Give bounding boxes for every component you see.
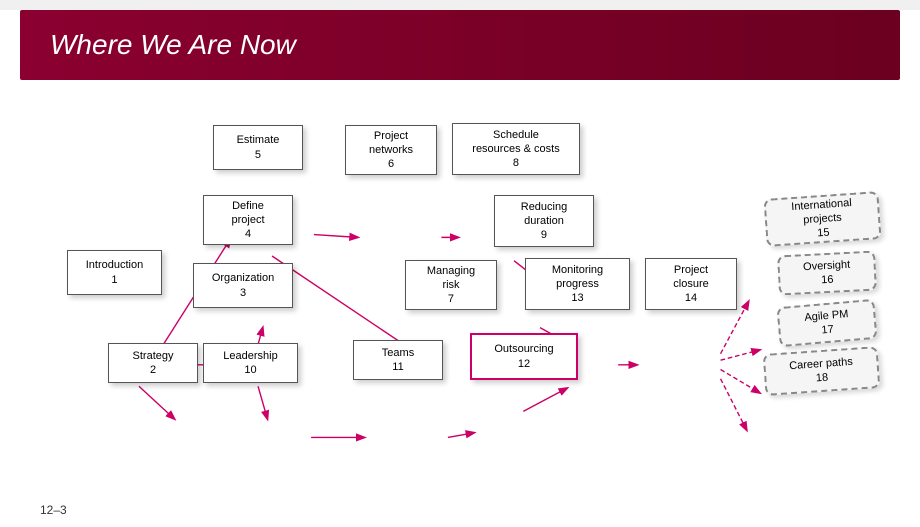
- node-introduction: Introduction1: [67, 250, 162, 295]
- node-monitoring-progress: Monitoringprogress13: [525, 258, 630, 310]
- node-agile-pm: Agile PM17: [776, 299, 877, 347]
- node-define-project: Defineproject4: [203, 195, 293, 245]
- slide-number: 12–3: [40, 503, 67, 517]
- node-project-closure: Projectclosure14: [645, 258, 737, 310]
- node-outsourcing: Outsourcing12: [470, 333, 578, 380]
- header-title: Where We Are Now: [50, 29, 296, 61]
- node-estimate: Estimate5: [213, 125, 303, 170]
- node-organization: Organization3: [193, 263, 293, 308]
- slide: Where We Are Now: [0, 10, 920, 527]
- node-strategy: Strategy2: [108, 343, 198, 383]
- node-reducing-duration: Reducingduration9: [494, 195, 594, 247]
- node-schedule-resources: Scheduleresources & costs8: [452, 123, 580, 175]
- diagram-area: Introduction1 Estimate5 Defineproject4 O…: [20, 95, 900, 497]
- header: Where We Are Now: [20, 10, 900, 80]
- node-managing-risk: Managingrisk7: [405, 260, 497, 310]
- node-international-projects: Internationalprojects15: [763, 191, 881, 247]
- node-career-paths: Career paths18: [763, 346, 881, 396]
- node-teams: Teams11: [353, 340, 443, 380]
- node-leadership: Leadership10: [203, 343, 298, 383]
- node-oversight: Oversight16: [777, 250, 877, 295]
- node-project-networks: Projectnetworks6: [345, 125, 437, 175]
